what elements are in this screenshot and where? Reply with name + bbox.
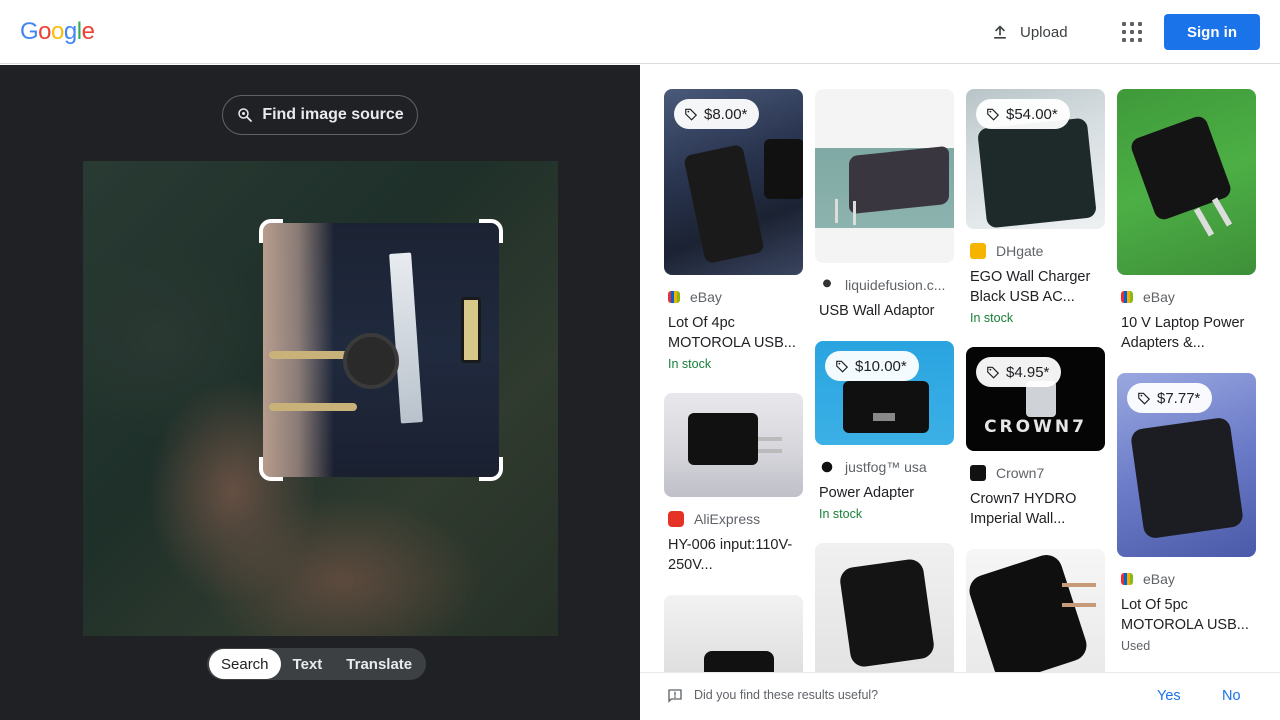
- crop-handle-top-left[interactable]: [259, 219, 283, 243]
- justfog-icon: [819, 459, 835, 475]
- result-thumbnail[interactable]: [1117, 89, 1256, 275]
- find-image-source-label: Find image source: [262, 106, 404, 123]
- price-value: $4.95*: [1006, 363, 1050, 381]
- price-value: $8.00*: [704, 105, 748, 123]
- price-tag: $8.00*: [674, 99, 760, 129]
- logo-letter: o: [38, 18, 52, 45]
- result-title[interactable]: EGO Wall Charger Black USB AC...: [970, 267, 1102, 307]
- result-title[interactable]: Lot Of 5pc MOTOROLA USB...: [1121, 595, 1253, 635]
- source-name: liquidefusion.c...: [845, 277, 946, 293]
- aliexpress-icon: [668, 511, 684, 527]
- result-source: eBay: [1121, 571, 1175, 587]
- logo-letter: o: [51, 18, 64, 45]
- result-thumbnail[interactable]: $10.00*: [815, 341, 954, 445]
- lens-search-icon: [238, 108, 253, 122]
- result-thumbnail[interactable]: [815, 89, 954, 263]
- ebay-icon: [1121, 291, 1133, 303]
- price-value: $10.00*: [855, 357, 907, 375]
- feedback-question: Did you find these results useful?: [694, 688, 879, 702]
- result-title[interactable]: 10 V Laptop Power Adapters &...: [1121, 313, 1253, 353]
- result-source: justfog™ usa: [819, 459, 927, 475]
- stock-status: In stock: [668, 357, 712, 371]
- feedback-icon: [668, 689, 682, 703]
- price-value: $7.77*: [1157, 389, 1201, 407]
- crown7-banner-text: CROWN7: [984, 417, 1087, 437]
- charger-hub: [343, 333, 399, 389]
- ebay-icon: [1121, 573, 1133, 585]
- source-name: justfog™ usa: [845, 459, 927, 475]
- upload-icon: [994, 25, 1006, 39]
- result-title[interactable]: USB Wall Adaptor: [819, 301, 951, 321]
- result-thumbnail[interactable]: CROWN7 $4.95*: [966, 347, 1105, 451]
- result-title[interactable]: Power Adapter: [819, 483, 951, 503]
- image-preview-pane: Find image source Search Text Translate: [0, 65, 640, 720]
- feedback-yes-button[interactable]: Yes: [1157, 688, 1181, 704]
- result-source: liquidefusion.c...: [819, 277, 945, 293]
- result-thumbnail[interactable]: [966, 549, 1105, 672]
- uploaded-image[interactable]: [83, 161, 558, 636]
- logo-letter: g: [63, 18, 77, 45]
- price-value: $54.00*: [1006, 105, 1058, 123]
- result-thumbnail[interactable]: [664, 393, 803, 497]
- price-tag-icon: [1138, 392, 1151, 405]
- plug-pin: [269, 403, 357, 411]
- price-tag: $54.00*: [976, 99, 1070, 129]
- charger-label: [389, 252, 423, 424]
- result-source: Crown7: [970, 465, 1044, 481]
- result-thumbnail[interactable]: $7.77*: [1117, 373, 1256, 557]
- source-name: Crown7: [996, 465, 1045, 481]
- liquidefusion-icon: [819, 277, 835, 293]
- google-logo[interactable]: Google: [20, 18, 95, 46]
- top-header: Google Upload Sign in: [0, 0, 1280, 64]
- feedback-no-button[interactable]: No: [1222, 688, 1241, 704]
- ebay-icon: [668, 291, 680, 303]
- price-tag: $10.00*: [825, 351, 919, 381]
- tab-search[interactable]: Search: [209, 649, 281, 679]
- price-tag: $7.77*: [1127, 383, 1213, 413]
- result-source: AliExpress: [668, 511, 760, 527]
- upload-button[interactable]: Upload: [990, 16, 1068, 48]
- stock-status: In stock: [819, 507, 863, 521]
- upload-label: Upload: [1020, 23, 1068, 41]
- source-name: eBay: [1143, 571, 1175, 587]
- price-tag: $4.95*: [976, 357, 1062, 387]
- tab-translate[interactable]: Translate: [334, 649, 424, 679]
- lens-mode-tabs: Search Text Translate: [207, 648, 427, 680]
- result-thumbnail[interactable]: $54.00*: [966, 89, 1105, 229]
- result-thumbnail[interactable]: $8.00*: [664, 89, 803, 275]
- result-source: eBay: [668, 289, 722, 305]
- tab-text[interactable]: Text: [281, 649, 335, 679]
- source-name: eBay: [690, 289, 722, 305]
- visual-matches-grid: $8.00* eBay Lot Of 4pc MOTOROLA USB... I…: [640, 65, 1280, 672]
- selection-area[interactable]: [263, 223, 499, 477]
- logo-letter: e: [81, 18, 95, 45]
- condition-status: Used: [1121, 639, 1151, 653]
- crop-handle-bottom-right[interactable]: [479, 457, 503, 481]
- dhgate-icon: [970, 243, 986, 259]
- source-name: eBay: [1143, 289, 1175, 305]
- google-apps-icon[interactable]: [1118, 18, 1146, 46]
- result-title[interactable]: Crown7 HYDRO Imperial Wall...: [970, 489, 1102, 529]
- find-image-source-button[interactable]: Find image source: [222, 95, 418, 135]
- price-tag-icon: [987, 108, 1000, 121]
- result-title[interactable]: Lot Of 4pc MOTOROLA USB...: [668, 313, 800, 353]
- stock-status: In stock: [970, 311, 1014, 325]
- crown7-icon: [970, 465, 986, 481]
- logo-letter: G: [20, 18, 39, 45]
- result-source: eBay: [1121, 289, 1175, 305]
- source-name: AliExpress: [694, 511, 761, 527]
- result-thumbnail[interactable]: [815, 543, 954, 672]
- price-tag-icon: [836, 360, 849, 373]
- price-tag-icon: [685, 108, 698, 121]
- sign-in-button[interactable]: Sign in: [1164, 14, 1260, 50]
- usb-port: [461, 297, 481, 363]
- crop-handle-top-right[interactable]: [479, 219, 503, 243]
- result-source: DHgate: [970, 243, 1043, 259]
- result-thumbnail[interactable]: [664, 595, 803, 672]
- crop-handle-bottom-left[interactable]: [259, 457, 283, 481]
- source-name: DHgate: [996, 243, 1044, 259]
- result-title[interactable]: HY-006 input:110V-250V...: [668, 535, 800, 575]
- price-tag-icon: [987, 366, 1000, 379]
